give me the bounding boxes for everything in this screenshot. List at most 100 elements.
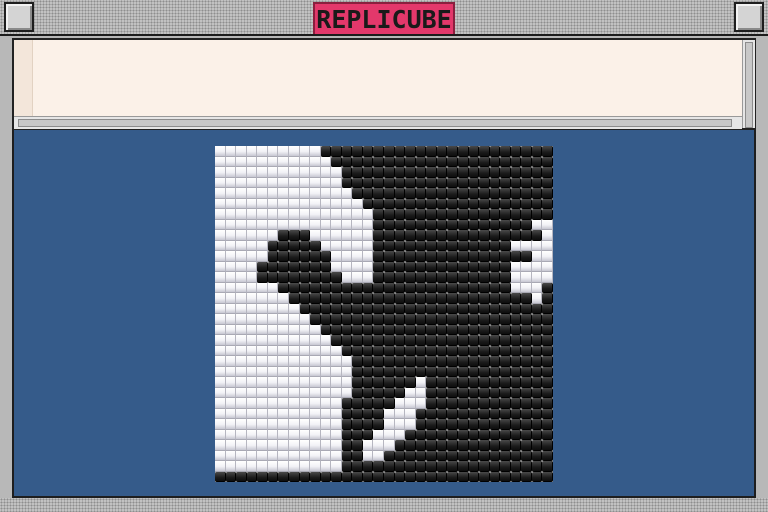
voxel-white — [278, 177, 289, 188]
voxel-white — [384, 429, 395, 440]
voxel-black — [341, 303, 353, 314]
voxel-black — [542, 387, 553, 398]
voxel-white — [331, 419, 342, 430]
voxel-white — [299, 146, 311, 157]
voxel-black — [500, 146, 511, 157]
voxel-white — [320, 198, 332, 209]
voxel-white — [362, 261, 374, 272]
voxel-black — [362, 293, 374, 304]
voxel-black — [510, 387, 522, 398]
voxel-black — [373, 219, 384, 230]
voxel-white — [236, 408, 247, 419]
vertical-scroll-thumb[interactable] — [745, 42, 753, 128]
voxel-black — [510, 335, 522, 346]
voxel-white — [320, 398, 332, 409]
voxel-black — [405, 471, 416, 482]
voxel-white — [405, 387, 416, 398]
voxel-black — [468, 419, 480, 430]
voxel-black — [362, 282, 374, 293]
voxel-black — [320, 471, 332, 482]
voxel-white — [236, 230, 247, 241]
voxel-white — [362, 272, 374, 283]
code-editor[interactable]: 1if z == 0 then 2 v_frames = {{2097151,1… — [12, 38, 756, 130]
voxel-black — [320, 282, 332, 293]
voxel-black — [341, 177, 353, 188]
voxel-black — [542, 293, 553, 304]
voxel-white — [257, 356, 268, 367]
voxel-cube[interactable] — [215, 146, 553, 482]
voxel-black — [479, 471, 490, 482]
horizontal-scrollbar[interactable] — [14, 116, 742, 129]
voxel-white — [267, 366, 279, 377]
voxel-white — [278, 335, 289, 346]
voxel-white — [246, 177, 258, 188]
voxel-black — [341, 398, 353, 409]
voxel-white — [278, 198, 289, 209]
voxel-black — [510, 251, 522, 262]
voxel-white — [331, 450, 342, 461]
voxel-black — [384, 398, 395, 409]
horizontal-scroll-thumb[interactable] — [18, 119, 732, 127]
voxel-black — [521, 398, 532, 409]
voxel-white — [267, 440, 279, 451]
voxel-black — [352, 440, 363, 451]
voxel-white — [257, 251, 268, 262]
voxel-black — [394, 188, 406, 199]
voxel-white — [215, 209, 226, 220]
voxel-black — [299, 261, 311, 272]
voxel-white — [236, 419, 247, 430]
voxel-black — [362, 188, 374, 199]
voxel-black — [384, 251, 395, 262]
voxel-black — [457, 251, 469, 262]
voxel-black — [500, 461, 511, 472]
voxel-black — [500, 198, 511, 209]
voxel-white — [236, 219, 247, 230]
voxel-white — [278, 146, 289, 157]
voxel-black — [489, 188, 501, 199]
voxel-white — [236, 261, 247, 272]
voxel-white — [331, 345, 342, 356]
voxel-white — [299, 408, 311, 419]
voxel-black — [436, 209, 448, 220]
voxel-black — [457, 429, 469, 440]
voxel-black — [447, 282, 458, 293]
voxel-black — [415, 156, 427, 167]
voxel-white — [362, 219, 374, 230]
voxel-black — [479, 188, 490, 199]
voxel-black — [479, 230, 490, 241]
voxel-white — [267, 345, 279, 356]
voxel-black — [288, 471, 300, 482]
voxel-white — [278, 293, 289, 304]
voxel-black — [310, 293, 321, 304]
vertical-scrollbar[interactable] — [742, 40, 755, 128]
voxel-black — [436, 230, 448, 241]
code-line-1[interactable]: 1if z == 0 then — [14, 42, 744, 67]
voxel-black — [405, 251, 416, 262]
voxel-black — [457, 440, 469, 451]
voxel-black — [331, 293, 342, 304]
voxel-black — [457, 345, 469, 356]
voxel-white — [394, 408, 406, 419]
code-line-3[interactable]: 3 return ((v_frames[t + 1][-y + 16] >> (… — [14, 92, 744, 117]
code-line-2[interactable]: 2 v_frames = {{2097151,1048575,524287,52… — [14, 67, 744, 92]
voxel-black — [394, 240, 406, 251]
voxel-black — [479, 356, 490, 367]
voxel-black — [415, 219, 427, 230]
voxel-black — [331, 324, 342, 335]
voxel-white — [288, 146, 300, 157]
window-right-button[interactable] — [734, 2, 764, 32]
voxel-white — [331, 240, 342, 251]
voxel-white — [236, 156, 247, 167]
window-left-button[interactable] — [4, 2, 34, 32]
voxel-white — [246, 219, 258, 230]
voxel-black — [489, 366, 501, 377]
voxel-black — [531, 461, 543, 472]
voxel-white — [278, 377, 289, 388]
voxel-black — [415, 146, 427, 157]
voxel-white — [542, 272, 553, 283]
voxel-white — [278, 167, 289, 178]
voxel-black — [447, 471, 458, 482]
voxel-black — [320, 272, 332, 283]
voxel-black — [320, 314, 332, 325]
voxel-white — [320, 377, 332, 388]
